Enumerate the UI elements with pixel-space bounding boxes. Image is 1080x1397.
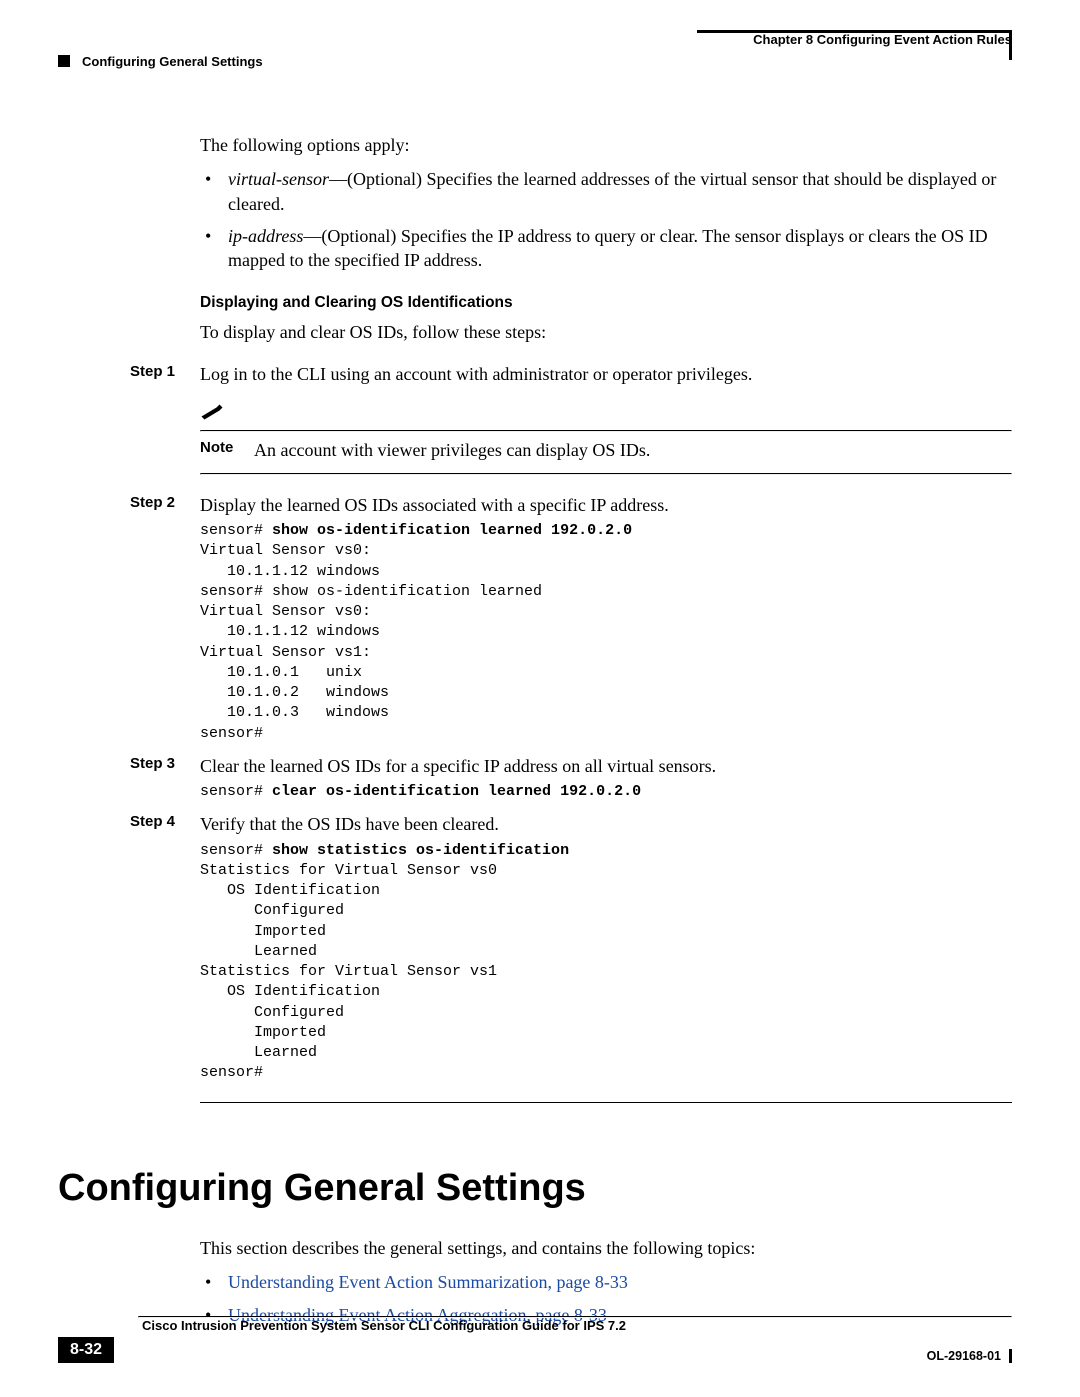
step-1: Step 1 Log in to the CLI using an accoun… <box>200 362 1012 386</box>
section-end-rule <box>200 1102 1012 1103</box>
option-term: ip-address <box>228 226 303 246</box>
step-label: Step 2 <box>130 493 175 513</box>
pencil-icon <box>200 402 230 426</box>
intro-text: The following options apply: <box>200 133 1012 157</box>
list-item: ip-address—(Optional) Specifies the IP a… <box>200 224 1012 273</box>
step-label: Step 3 <box>130 754 175 774</box>
note-block: Note An account with viewer privileges c… <box>200 402 1012 475</box>
note-text: An account with viewer privileges can di… <box>254 438 650 462</box>
subheading: Displaying and Clearing OS Identificatio… <box>200 293 1012 314</box>
step-text: Clear the learned OS IDs for a specific … <box>200 756 716 776</box>
body-content: The following options apply: virtual-sen… <box>200 133 1012 1327</box>
code-prompt: sensor# <box>200 522 272 539</box>
step-2: Step 2 Display the learned OS IDs associ… <box>200 493 1012 517</box>
page-number-badge: 8-32 <box>58 1337 114 1363</box>
list-item: Understanding Event Action Summarization… <box>200 1270 1012 1294</box>
code-prompt: sensor# <box>200 842 272 859</box>
code-command: clear os-identification learned 192.0.2.… <box>272 783 641 800</box>
step-text: Verify that the OS IDs have been cleared… <box>200 814 499 834</box>
footer-right: OL-29168-01 <box>927 1349 1012 1363</box>
page-footer: Cisco Intrusion Prevention System Sensor… <box>58 1310 1012 1363</box>
step-3: Step 3 Clear the learned OS IDs for a sp… <box>200 754 1012 778</box>
code-block: sensor# clear os-identification learned … <box>200 782 1012 802</box>
note-bottom-rule <box>200 473 1012 475</box>
option-desc: —(Optional) Specifies the IP address to … <box>228 226 988 270</box>
step-4: Step 4 Verify that the OS IDs have been … <box>200 812 1012 836</box>
footer-left: 8-32 <box>58 1337 114 1363</box>
running-head: Chapter 8 Configuring Event Action Rules… <box>58 32 1012 69</box>
code-command: show statistics os-identification <box>272 842 569 859</box>
option-desc: —(Optional) Specifies the learned addres… <box>228 169 996 213</box>
xref-link[interactable]: Understanding Event Action Summarization… <box>228 1272 628 1292</box>
code-command: show os-identification learned 192.0.2.0 <box>272 522 632 539</box>
code-output: Statistics for Virtual Sensor vs0 OS Ide… <box>200 862 497 1082</box>
note-top-rule <box>200 430 1012 432</box>
code-prompt: sensor# <box>200 783 272 800</box>
footer-doc-title: Cisco Intrusion Prevention System Sensor… <box>138 1318 1012 1333</box>
header-rule-top <box>697 30 1012 33</box>
list-item: virtual-sensor—(Optional) Specifies the … <box>200 167 1012 216</box>
header-rule-right <box>1009 30 1012 60</box>
code-block: sensor# show os-identification learned 1… <box>200 521 1012 744</box>
page: Chapter 8 Configuring Event Action Rules… <box>0 0 1080 1397</box>
option-term: virtual-sensor <box>228 169 329 189</box>
code-block: sensor# show statistics os-identificatio… <box>200 841 1012 1084</box>
chapter-title: Chapter 8 Configuring Event Action Rules <box>58 32 1012 48</box>
square-icon <box>58 55 70 67</box>
subhead-followup: To display and clear OS IDs, follow thes… <box>200 320 1012 344</box>
section-intro: This section describes the general setti… <box>200 1236 1012 1260</box>
section-title: Configuring General Settings <box>82 54 263 70</box>
code-output: Virtual Sensor vs0: 10.1.1.12 windows se… <box>200 542 542 741</box>
step-text: Display the learned OS IDs associated wi… <box>200 495 669 515</box>
heading-1: Configuring General Settings <box>58 1163 1012 1214</box>
footer-tick-icon <box>1009 1349 1012 1363</box>
step-label: Step 1 <box>130 362 175 382</box>
step-label: Step 4 <box>130 812 175 832</box>
note-label: Note <box>200 438 240 458</box>
step-text: Log in to the CLI using an account with … <box>200 364 752 384</box>
doc-id: OL-29168-01 <box>927 1349 1001 1363</box>
